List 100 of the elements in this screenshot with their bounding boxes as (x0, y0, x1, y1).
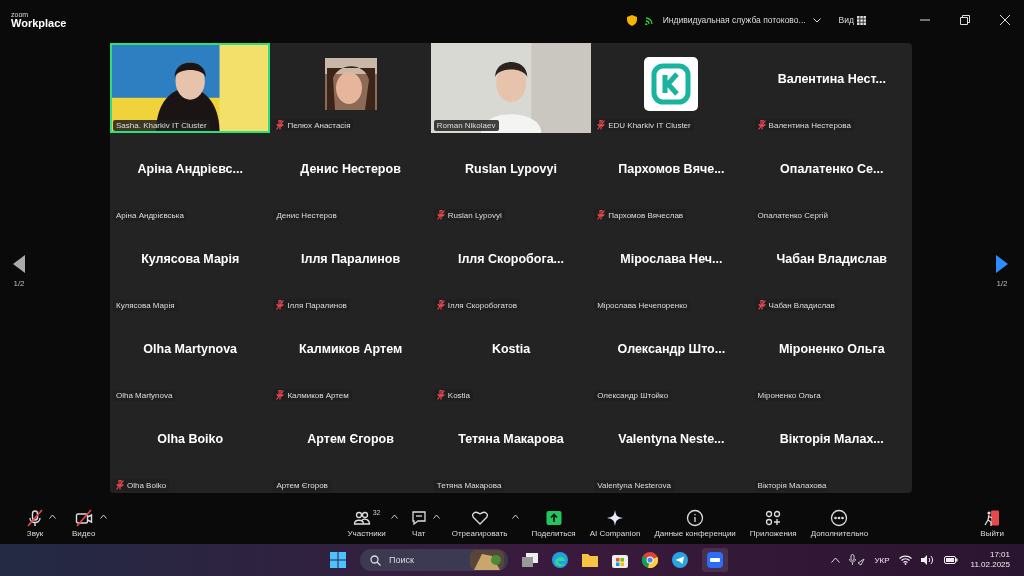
caret-icon[interactable] (100, 514, 108, 519)
participant-name: Ілля Скоробога... (457, 252, 565, 266)
share-button[interactable]: Поделиться (529, 509, 578, 538)
next-page-icon[interactable] (996, 255, 1008, 273)
sparkle-button[interactable]: AI Companion (587, 509, 643, 538)
chat-button[interactable]: Чат (407, 509, 430, 538)
clock-time[interactable]: 17:01 (989, 550, 1010, 560)
caret-icon[interactable] (49, 514, 56, 519)
camera-app-icon (707, 552, 723, 568)
participant-label: Тетяна Макарова (436, 481, 502, 490)
button-label: Чат (412, 529, 426, 538)
microphone-icon[interactable] (849, 554, 866, 566)
button-label: Поделиться (531, 529, 576, 538)
telegram-icon[interactable] (672, 552, 688, 568)
zoom-taskbar-button[interactable] (702, 548, 728, 572)
camera-off-icon (74, 509, 93, 527)
battery-icon[interactable] (943, 556, 958, 564)
broadcast-icon (644, 15, 655, 25)
participant-label: Мірослава Нечепоренко (597, 301, 688, 310)
button-label: Приложения (749, 529, 797, 538)
participant-label: Міроненко Ольга (757, 391, 821, 400)
participant-name: Опалатенко Се... (780, 162, 884, 176)
participant-label: Вікторія Малахова (757, 481, 827, 490)
participant-label: Olha Boiko (127, 480, 167, 490)
participant-label: Калмиков Артем (287, 390, 349, 400)
participant-name: Olha Boiko (157, 432, 224, 446)
wifi-icon[interactable] (898, 555, 912, 565)
participant-name: Вікторія Малах... (779, 432, 884, 446)
participant-name: Міроненко Ольга (778, 342, 885, 356)
language-indicator[interactable]: УКР (874, 555, 890, 565)
participant-label: Кулясова Марія (116, 301, 175, 310)
participant-label: Валентина Нестерова (768, 120, 851, 130)
more-button[interactable]: Дополнительно (808, 509, 871, 538)
heart-icon (470, 509, 489, 527)
page-indicator: 1/2 (996, 279, 1008, 288)
chevron-down-icon (812, 17, 821, 23)
participant-label: Valentyna Nesterova (597, 481, 671, 490)
exit-icon (983, 509, 1002, 527)
participant-label: Денис Нестеров (276, 211, 337, 220)
participant-name: Артем Єгоров (307, 432, 394, 446)
video-button[interactable]: Видео (70, 509, 98, 538)
participant-label: Пархомов Вячеслав (608, 210, 684, 220)
search-bar[interactable]: Поиск (360, 549, 508, 571)
cluster-logo-icon (644, 57, 699, 111)
leave-button[interactable]: Выйти (978, 509, 1006, 538)
participant-label: Ілля Паралинов (287, 300, 347, 310)
info-button[interactable]: Данные конференции (652, 509, 738, 538)
stream-dropdown[interactable]: Индивидуальная служба потоково... (644, 15, 821, 25)
button-label: Данные конференции (654, 529, 736, 538)
participant-label: Roman Nikolaev (436, 121, 496, 130)
app-logo-title: Workplace (11, 18, 67, 29)
participant-label: Олександр Штойко (597, 391, 669, 400)
close-icon[interactable] (1000, 15, 1010, 25)
grid-icon (857, 15, 866, 25)
folder-icon[interactable] (582, 553, 598, 567)
caret-icon[interactable] (390, 514, 398, 519)
participant-label: Пелюх Анастасія (287, 120, 351, 130)
caret-icon[interactable] (432, 514, 440, 519)
start-icon[interactable] (330, 552, 346, 568)
chrome-icon[interactable] (642, 552, 658, 568)
apps-icon (764, 509, 783, 527)
browser-icon[interactable] (552, 552, 568, 568)
clock-date[interactable]: 11.02.2025 (970, 560, 1010, 570)
participant-name: Kostia (491, 342, 531, 356)
restore-icon[interactable] (960, 15, 970, 25)
participant-label: Olha Martynova (116, 391, 173, 400)
participant-name: Valentyna Neste... (618, 432, 725, 446)
sparkle-icon (606, 509, 624, 527)
participant-name: Ілля Паралинов (301, 252, 401, 266)
share-icon (544, 509, 563, 527)
view-button[interactable]: Вид (838, 15, 866, 25)
participant-label: Чабан Владислав (768, 300, 835, 310)
participant-name: Кулясова Марія (141, 252, 240, 266)
participant-label: Ілля Скоробогатов (447, 300, 517, 310)
participant-label: Артем Єгоров (276, 481, 328, 490)
button-label: Участники (347, 529, 386, 538)
participant-label: EDU Kharkiv IT Cluster (608, 120, 691, 130)
page-indicator: 1/2 (13, 279, 25, 288)
caret-icon[interactable] (512, 514, 520, 519)
apps-button[interactable]: Приложения (747, 509, 799, 538)
button-label: Отреагировать (451, 529, 508, 538)
chevron-up-icon[interactable] (831, 557, 841, 563)
button-label: Дополнительно (810, 529, 869, 538)
participant-name: Чабан Владислав (776, 252, 888, 266)
heart-button[interactable]: Отреагировать (449, 509, 510, 538)
store-icon[interactable] (612, 552, 628, 568)
participant-label: Опалатенко Сергій (757, 211, 829, 220)
muted-mic-icon (26, 509, 44, 527)
task-view-icon[interactable] (522, 553, 538, 567)
participant-label: Kostia (447, 390, 471, 400)
people-icon (352, 509, 371, 527)
previous-page-icon[interactable] (13, 255, 25, 273)
speaker-icon[interactable] (920, 555, 935, 565)
participant-name: Калмиков Артем (299, 342, 403, 356)
search-input[interactable]: Поиск (387, 554, 464, 566)
participant-name: Денис Нестеров (300, 162, 401, 176)
participant-name: Олександр Што... (617, 342, 726, 356)
info-icon (686, 509, 705, 527)
audio-button[interactable]: Звук (24, 509, 46, 538)
participant-name: Мірослава Неч... (620, 252, 723, 266)
